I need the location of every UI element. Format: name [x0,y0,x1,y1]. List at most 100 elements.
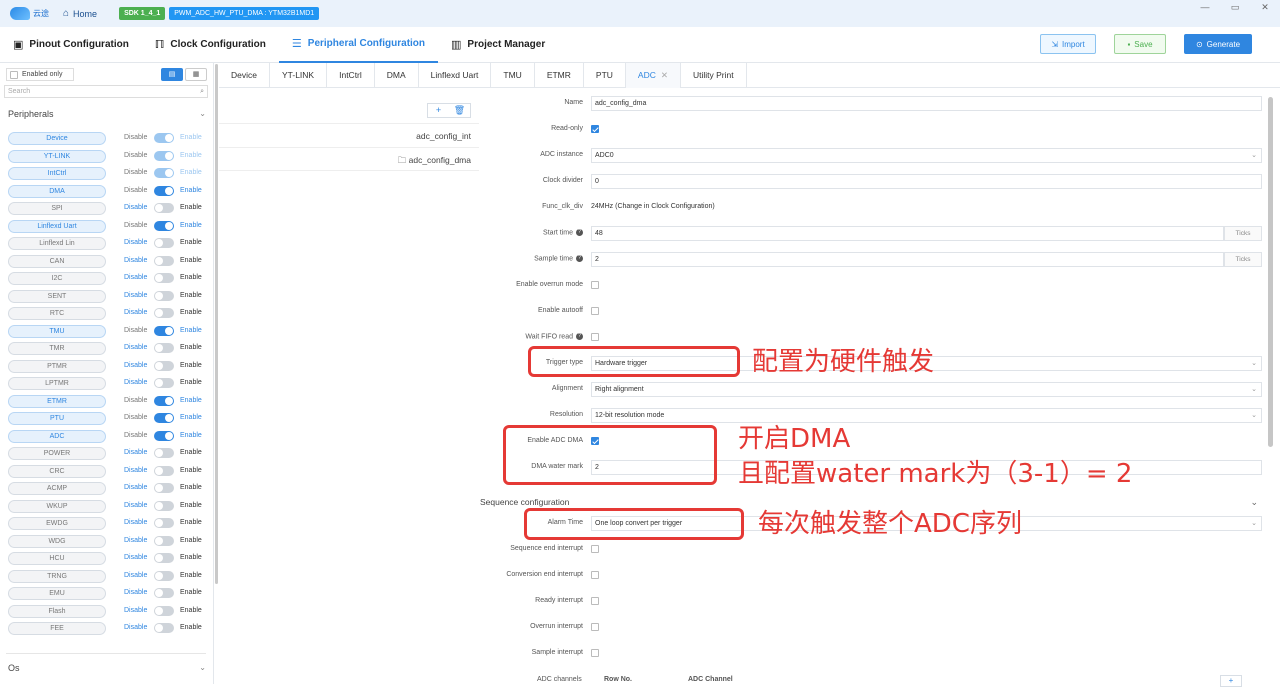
sidebar-item-lptmr[interactable]: LPTMR Disable Enable [8,376,206,390]
search-input[interactable]: Search ⌕ [4,85,208,98]
enable-toggle[interactable] [154,220,174,231]
peripheral-name[interactable]: I2C [8,272,106,285]
peripheral-name[interactable]: RTC [8,307,106,320]
enable-toggle[interactable] [154,325,174,336]
sidebar-item-wdg[interactable]: WDG Disable Enable [8,534,206,548]
sidebar-item-yt-link[interactable]: YT-LINK Disable Enable [8,149,206,163]
seqend-checkbox[interactable] [591,545,599,553]
sidebar-item-spi[interactable]: SPI Disable Enable [8,201,206,215]
chevron-down-icon[interactable]: ⌄ [1250,497,1258,508]
enable-toggle[interactable] [154,518,174,528]
sidebar-item-ptu[interactable]: PTU Disable Enable [8,411,206,425]
instance-select[interactable]: ADC0 ⌄ [591,148,1262,163]
enable-toggle[interactable] [154,308,174,318]
peripheral-name[interactable]: HCU [8,552,106,565]
enable-toggle[interactable] [154,168,174,178]
sampint-checkbox[interactable] [591,649,599,657]
enable-toggle[interactable] [154,343,174,353]
minimize-icon[interactable]: — [1190,0,1220,15]
tab-peripheral[interactable]: ☰ Peripheral Configuration [278,27,439,63]
start-input[interactable]: 48 [591,226,1224,241]
clkdiv-input[interactable]: 0 [591,174,1262,189]
sidebar-item-ptmr[interactable]: PTMR Disable Enable [8,359,206,373]
peripheral-name[interactable]: CAN [8,254,106,268]
tab-intctrl[interactable]: IntCtrl [327,63,375,88]
enable-toggle[interactable] [154,588,174,598]
form-scrollbar[interactable] [1268,97,1273,447]
list-item[interactable]: 🗀 adc_config_dma [219,147,479,171]
res-select[interactable]: 12-bit resolution mode ⌄ [591,408,1262,423]
readonly-checkbox[interactable] [591,125,599,133]
enable-toggle[interactable] [154,185,174,196]
sidebar-item-emu[interactable]: EMU Disable Enable [8,586,206,600]
peripheral-name[interactable]: IntCtrl [8,167,106,180]
peripheral-name[interactable]: POWER [8,447,106,460]
enable-toggle[interactable] [154,203,174,213]
sidebar-item-ewdg[interactable]: EWDG Disable Enable [8,516,206,530]
sidebar-item-rtc[interactable]: RTC Disable Enable [8,306,206,320]
enable-toggle[interactable] [154,465,174,476]
sidebar-item-adc[interactable]: ADC Disable Enable [8,429,206,443]
save-button[interactable]: ▪ Save [1114,34,1166,54]
generate-button[interactable]: ⊙ Generate [1184,34,1252,54]
tab-yt-link[interactable]: YT-LINK [270,63,328,88]
close-icon[interactable]: ✕ [1250,0,1280,15]
help-icon[interactable]: ? [576,333,583,340]
tab-linflexd-uart[interactable]: Linflexd Uart [419,63,492,88]
enable-toggle[interactable] [154,360,174,371]
ovr-checkbox[interactable] [591,623,599,631]
peripheral-name[interactable]: ADC [8,429,106,443]
sidebar-item-trng[interactable]: TRNG Disable Enable [8,569,206,583]
peripheral-name[interactable]: TRNG [8,569,106,583]
peripheral-name[interactable]: TMU [8,324,106,338]
delete-config-button[interactable]: 🗑 [449,104,470,117]
enable-toggle[interactable] [154,413,174,423]
peripheral-name[interactable]: TMR [8,342,106,355]
list-item[interactable]: adc_config_int [219,123,479,147]
enable-toggle[interactable] [154,273,174,283]
peripheral-name[interactable]: PTMR [8,359,106,373]
enable-toggle[interactable] [154,605,174,616]
tab-dma[interactable]: DMA [375,63,419,88]
add-channel-button[interactable]: + [1220,675,1242,687]
tab-adc[interactable]: ADC ✕ [625,63,681,88]
sidebar-item-acmp[interactable]: ACMP Disable Enable [8,481,206,495]
list-view-button[interactable]: ▤ [161,68,183,81]
sidebar-scrollbar[interactable] [215,64,218,584]
sidebar-item-can[interactable]: CAN Disable Enable [8,254,206,268]
peripheral-name[interactable]: WKUP [8,499,106,513]
grid-view-button[interactable]: ▦ [185,68,207,81]
peripheral-name[interactable]: PTU [8,412,106,425]
enable-toggle[interactable] [154,623,174,633]
sidebar-item-hcu[interactable]: HCU Disable Enable [8,551,206,565]
enable-toggle[interactable] [154,535,174,546]
sidebar-item-flash[interactable]: Flash Disable Enable [8,604,206,618]
sidebar-item-etmr[interactable]: ETMR Disable Enable [8,394,206,408]
autooff-checkbox[interactable] [591,307,599,315]
home-link[interactable]: ⌂ Home [63,8,97,19]
import-button[interactable]: ⇲ Import [1040,34,1096,54]
os-section-header[interactable]: Os ⌄ [8,663,206,673]
peripheral-name[interactable]: DMA [8,184,106,198]
peripheral-name[interactable]: Flash [8,604,106,618]
peripheral-name[interactable]: Linflexd Uart [8,219,106,233]
peripheral-name[interactable]: LPTMR [8,377,106,390]
tab-utility-print[interactable]: Utility Print [681,63,747,88]
tab-project[interactable]: ▥ Project Manager [438,27,558,63]
add-config-button[interactable]: + [428,104,449,117]
name-input[interactable]: adc_config_dma [591,96,1262,111]
peripheral-name[interactable]: EMU [8,587,106,600]
peripherals-section-header[interactable]: Peripherals ⌄ [8,109,206,119]
peripheral-name[interactable]: SENT [8,289,106,303]
peripheral-name[interactable]: FEE [8,622,106,635]
sidebar-item-linflexd-lin[interactable]: Linflexd Lin Disable Enable [8,236,206,250]
enable-toggle[interactable] [154,500,174,511]
enable-toggle[interactable] [154,430,174,441]
enable-toggle[interactable] [154,553,174,563]
help-icon[interactable]: ? [576,255,583,262]
tab-device[interactable]: Device [219,63,270,88]
tab-clock[interactable]: ℿ Clock Configuration [142,27,279,63]
sidebar-item-linflexd-uart[interactable]: Linflexd Uart Disable Enable [8,219,206,233]
sidebar-item-power[interactable]: POWER Disable Enable [8,446,206,460]
enable-toggle[interactable] [154,483,174,493]
